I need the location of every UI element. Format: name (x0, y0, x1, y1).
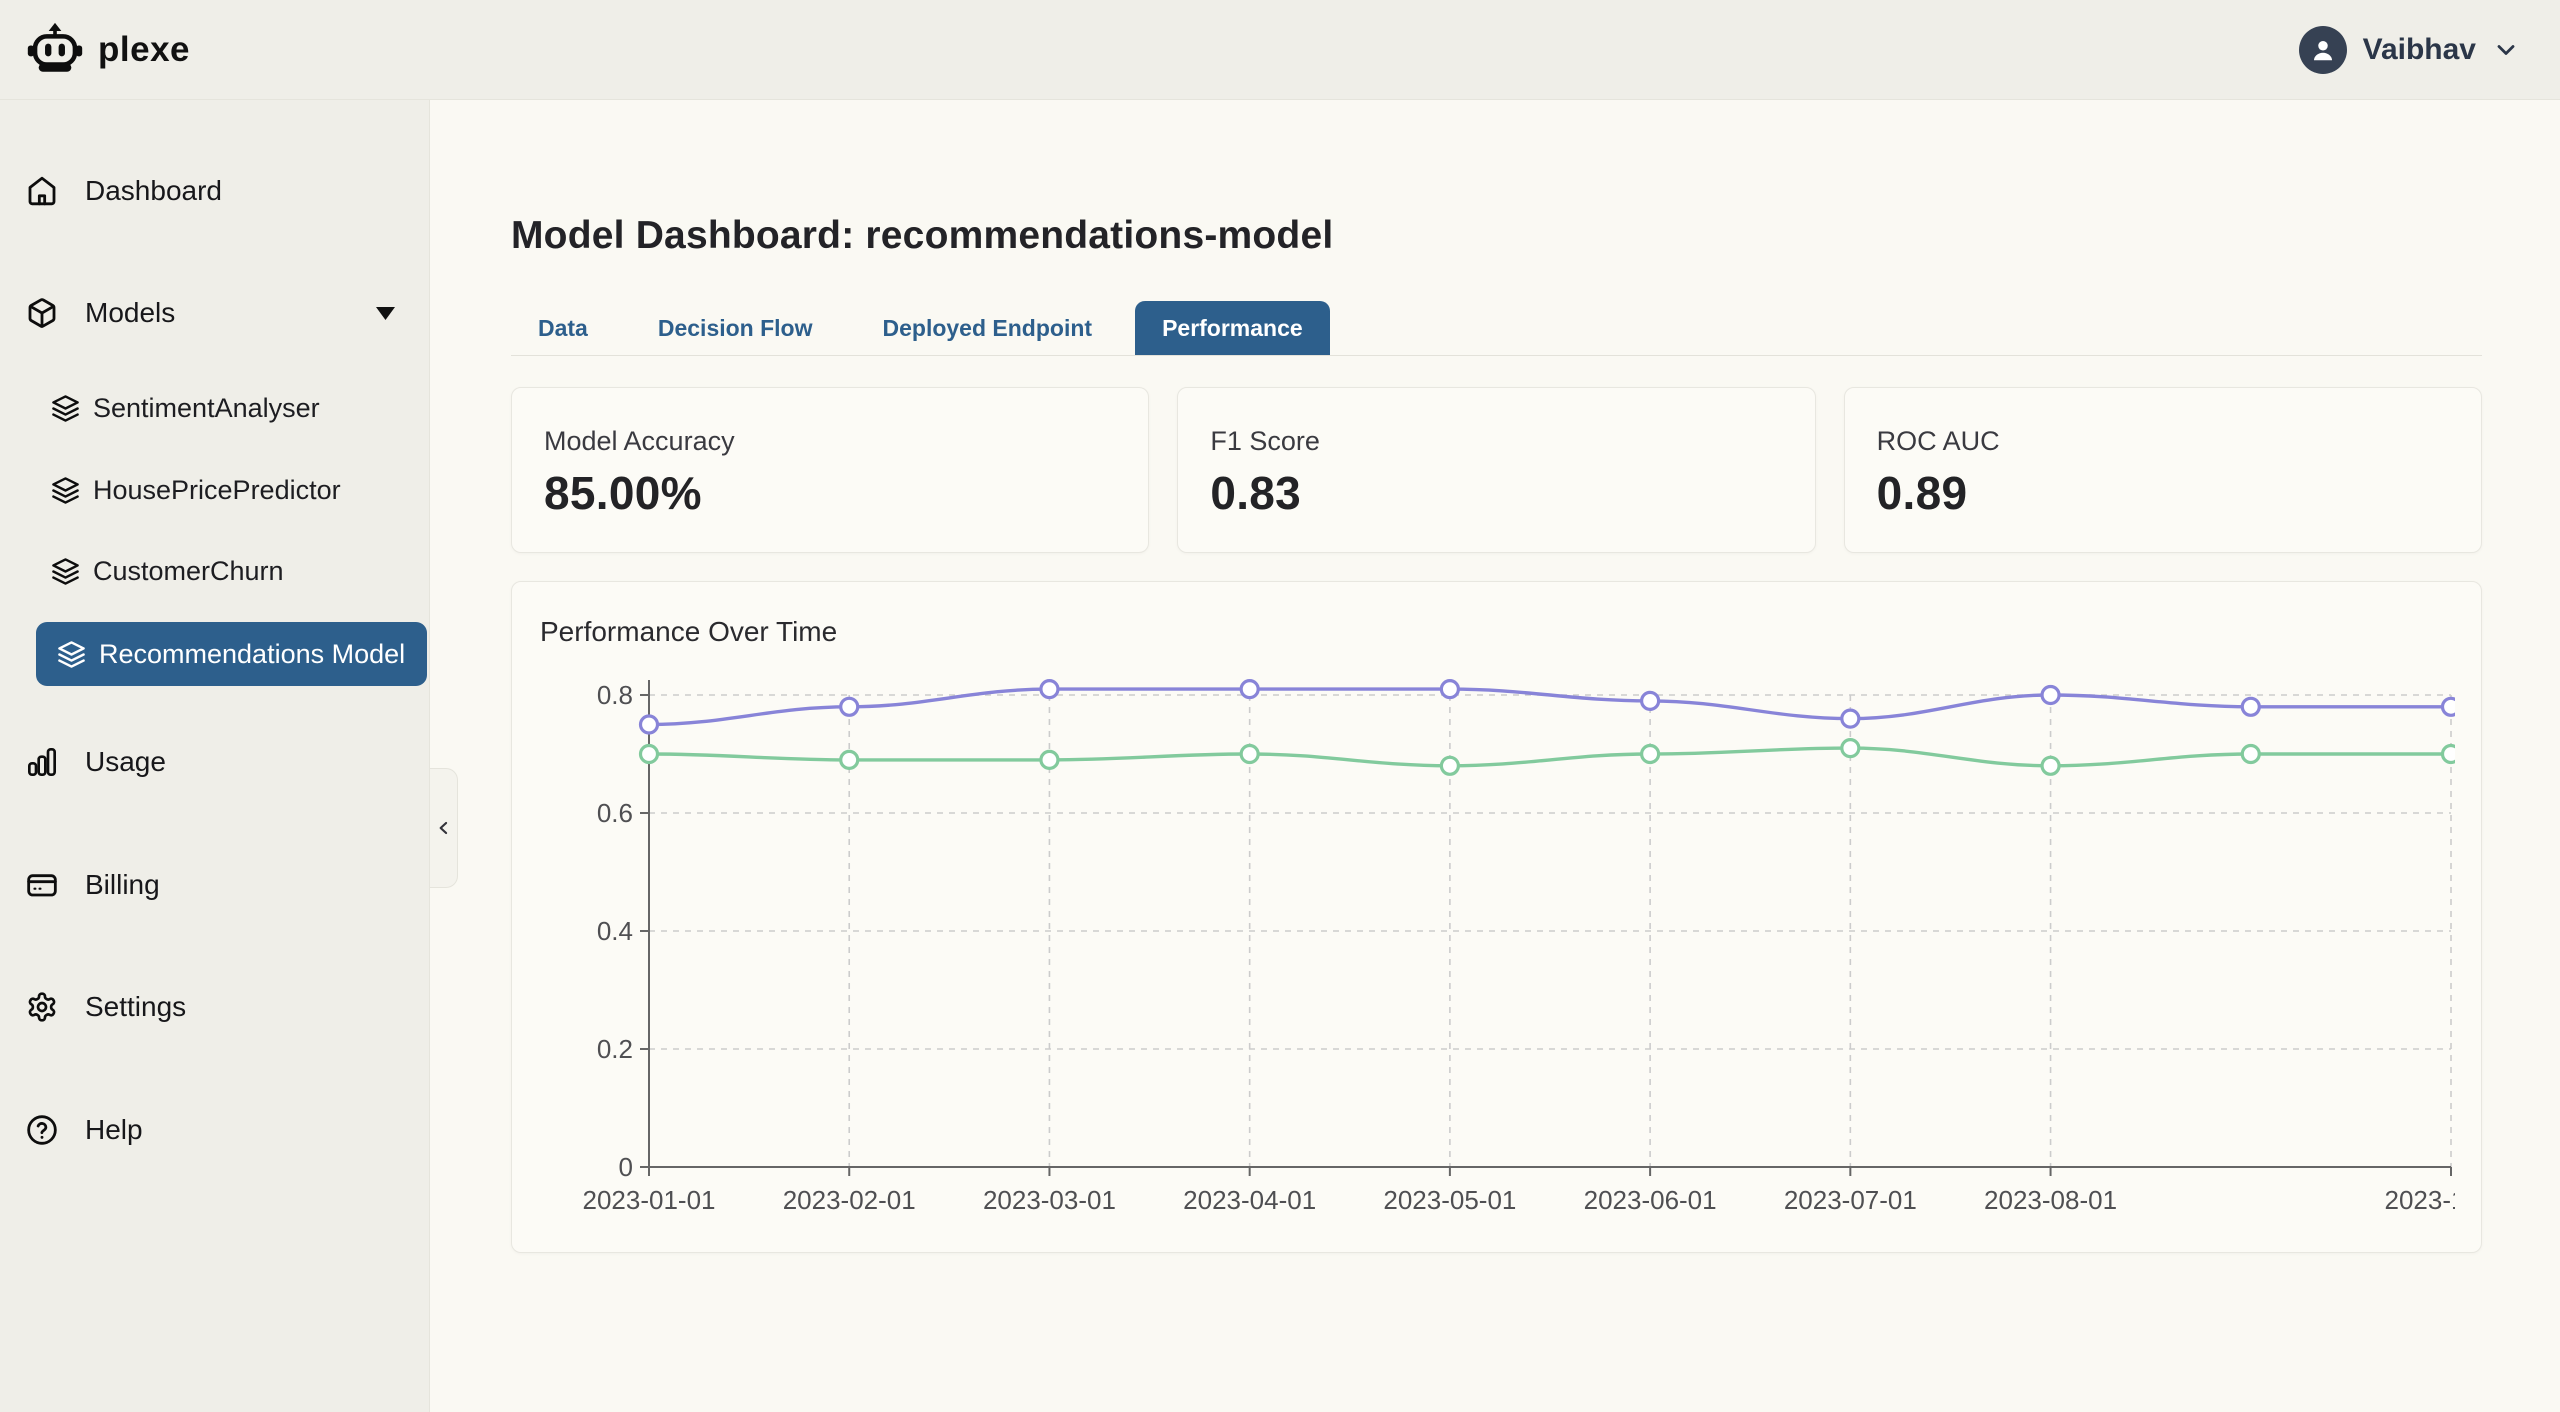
sidebar-item-label: Billing (85, 869, 160, 901)
tab-bar: Data Decision Flow Deployed Endpoint Per… (511, 300, 2482, 356)
layers-icon (50, 393, 80, 423)
metric-value: 0.83 (1210, 466, 1782, 520)
sidebar-model-recommendations-model[interactable]: Recommendations Model (36, 622, 427, 686)
main-content: Model Dashboard: recommendations-model D… (431, 100, 2560, 1412)
svg-text:2023-05-01: 2023-05-01 (1383, 1185, 1516, 1215)
page-title: Model Dashboard: recommendations-model (511, 214, 2482, 258)
performance-chart-card: Performance Over Time 0 0.2 0.4 0.6 0.8 2023-… (511, 581, 2482, 1253)
sidebar-item-dashboard[interactable]: Dashboard (0, 160, 429, 222)
metric-label: F1 Score (1210, 426, 1782, 457)
layers-icon (50, 475, 80, 505)
chevron-left-icon (434, 818, 454, 838)
sidebar-collapse-button[interactable] (430, 768, 458, 888)
sidebar-model-sentimentanalyser[interactable]: SentimentAnalyser (0, 380, 429, 436)
svg-text:0.4: 0.4 (597, 916, 633, 946)
models-expand-caret-icon[interactable] (376, 307, 395, 320)
sidebar-item-label: Usage (85, 746, 166, 778)
brand-name: plexe (98, 30, 190, 70)
svg-text:2023-04-01: 2023-04-01 (1183, 1185, 1316, 1215)
chevron-down-icon (2492, 36, 2520, 64)
sidebar-model-label: SentimentAnalyser (93, 393, 320, 424)
sidebar-model-label: Recommendations Model (99, 639, 405, 670)
metric-cards: Model Accuracy 85.00% F1 Score 0.83 ROC … (511, 387, 2482, 553)
metric-value: 85.00% (544, 466, 1116, 520)
sidebar-model-housepricepredictor[interactable]: HousePricePredictor (0, 462, 429, 518)
sidebar-item-help[interactable]: Help (0, 1099, 429, 1161)
layers-icon (56, 639, 86, 669)
svg-text:0.8: 0.8 (597, 680, 633, 710)
metric-card-f1-score: F1 Score 0.83 (1177, 387, 1815, 553)
topbar: plexe Vaibhav (0, 0, 2560, 100)
metric-value: 0.89 (1877, 466, 2449, 520)
bar-chart-icon (25, 745, 59, 779)
user-name: Vaibhav (2363, 33, 2476, 67)
svg-text:2023-02-01: 2023-02-01 (783, 1185, 916, 1215)
sidebar-item-models[interactable]: Models (0, 282, 429, 344)
user-avatar (2299, 26, 2347, 74)
sidebar-model-label: HousePricePredictor (93, 475, 341, 506)
tab-performance[interactable]: Performance (1135, 301, 1330, 355)
sidebar: Dashboard Models SentimentAnalyser House… (0, 100, 430, 1412)
svg-text:2023-07-01: 2023-07-01 (1784, 1185, 1917, 1215)
brand-logo[interactable]: plexe (26, 21, 190, 79)
svg-text:0: 0 (619, 1152, 633, 1182)
svg-text:0.6: 0.6 (597, 798, 633, 828)
gear-icon (25, 990, 59, 1024)
svg-text:2023-03-01: 2023-03-01 (983, 1185, 1116, 1215)
user-menu[interactable]: Vaibhav (2299, 26, 2520, 74)
sidebar-model-customerchurn[interactable]: CustomerChurn (0, 543, 429, 599)
svg-text:0.2: 0.2 (597, 1034, 633, 1064)
metric-card-model-accuracy: Model Accuracy 85.00% (511, 387, 1149, 553)
home-icon (25, 174, 59, 208)
performance-over-time-line-chart[interactable]: 0 0.2 0.4 0.6 0.8 2023-01-01 2023-02-01 2023-03… (540, 672, 2455, 1232)
robot-logo-icon (26, 21, 84, 79)
metric-card-roc-auc: ROC AUC 0.89 (1844, 387, 2482, 553)
sidebar-model-label: CustomerChurn (93, 556, 284, 587)
svg-text:2023-06-01: 2023-06-01 (1584, 1185, 1717, 1215)
sidebar-item-label: Help (85, 1114, 143, 1146)
chart-title: Performance Over Time (540, 616, 2453, 648)
tab-decision-flow[interactable]: Decision Flow (631, 301, 840, 355)
sidebar-item-billing[interactable]: Billing (0, 854, 429, 916)
sidebar-item-label: Dashboard (85, 175, 222, 207)
metric-label: Model Accuracy (544, 426, 1116, 457)
metric-label: ROC AUC (1877, 426, 2449, 457)
help-circle-icon (25, 1113, 59, 1147)
person-icon (2308, 35, 2338, 65)
sidebar-item-usage[interactable]: Usage (0, 731, 429, 793)
sidebar-item-label: Models (85, 297, 175, 329)
tab-data[interactable]: Data (511, 301, 615, 355)
layers-icon (50, 556, 80, 586)
sidebar-item-label: Settings (85, 991, 186, 1023)
svg-text:2023-10-01: 2023-10-01 (2385, 1185, 2456, 1215)
tab-deployed-endpoint[interactable]: Deployed Endpoint (856, 301, 1120, 355)
credit-card-icon (25, 868, 59, 902)
svg-text:2023-01-01: 2023-01-01 (583, 1185, 716, 1215)
svg-text:2023-08-01: 2023-08-01 (1984, 1185, 2117, 1215)
sidebar-item-settings[interactable]: Settings (0, 976, 429, 1038)
cube-icon (25, 296, 59, 330)
